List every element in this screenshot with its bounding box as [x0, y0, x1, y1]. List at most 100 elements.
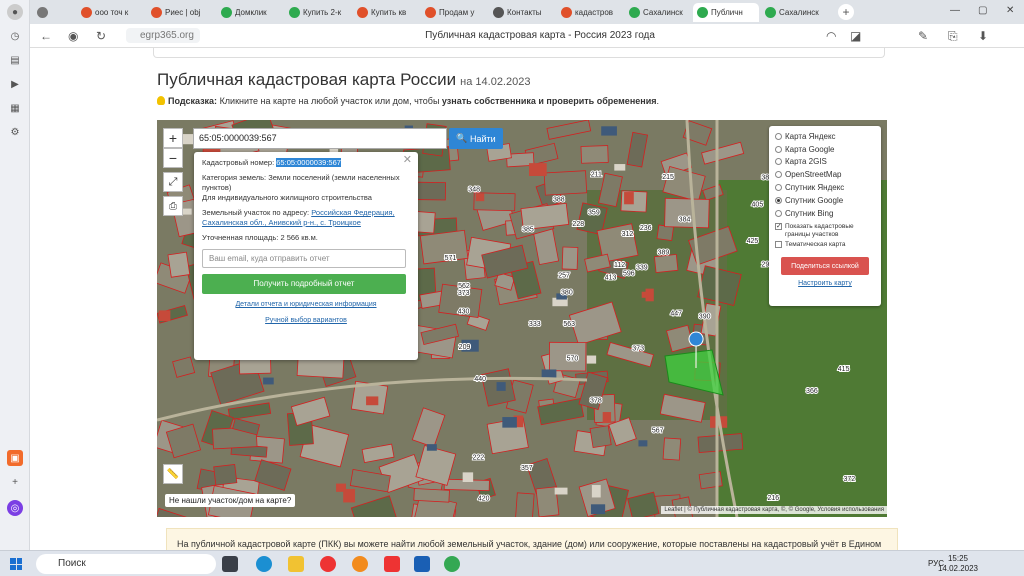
close-window-icon[interactable]: ✕ [1006, 5, 1014, 16]
cadastral-map[interactable]: 385 357 378 359 388 430 390 384 382 380 413 216 294 4… [157, 120, 887, 517]
parcel-label[interactable]: 366 [805, 387, 819, 396]
parcel-label[interactable]: 563 [562, 320, 576, 329]
zoom-out-button[interactable]: − [163, 148, 183, 168]
parcel-label[interactable]: 211 [590, 170, 603, 179]
radio-icon[interactable] [775, 132, 782, 140]
layer-option[interactable]: OpenStreetMap [775, 168, 875, 181]
back-icon[interactable]: ← [40, 29, 52, 43]
parcel-label[interactable]: 388 [552, 196, 566, 205]
url-field[interactable]: egrp365.org [126, 28, 200, 43]
ruler-icon[interactable]: 📏 [163, 464, 183, 484]
yandex-icon[interactable] [384, 556, 400, 572]
minimize-icon[interactable]: — [950, 5, 960, 16]
layer-option[interactable]: Спутник Bing [775, 207, 875, 220]
parcel-label[interactable]: 216 [767, 494, 781, 503]
parcel-label[interactable]: 378 [589, 397, 603, 406]
parcel-label[interactable]: 373 [457, 289, 471, 298]
parcel-label[interactable]: 425 [746, 237, 760, 246]
parcel-label[interactable]: 357 [520, 464, 534, 473]
tab-8[interactable]: кадастров [557, 3, 623, 22]
parcel-label[interactable]: 415 [837, 365, 851, 374]
tab-4[interactable]: Купить 2-к [285, 3, 351, 22]
manual-choice-link[interactable]: Ручной выбор вариантов [265, 317, 347, 324]
edit-icon[interactable]: ✎ [918, 29, 928, 43]
parcel-label[interactable]: 222 [471, 453, 485, 462]
checkbox-checked-icon[interactable]: ✓ [775, 222, 782, 230]
parcel-label[interactable]: 372 [842, 475, 856, 484]
show-borders-option[interactable]: ✓ Показать кадастровые границы участков [775, 222, 875, 239]
radio-icon[interactable] [775, 145, 782, 153]
settings-icon[interactable]: ⚙ [7, 124, 23, 140]
parcel-label[interactable]: 112 [613, 261, 626, 270]
parcel-label[interactable]: 312 [621, 230, 635, 239]
profile-icon[interactable]: ● [7, 4, 23, 20]
collections-icon[interactable]: ▤ [7, 52, 23, 68]
tab-2[interactable]: Риес | obj [147, 3, 215, 22]
not-found-button[interactable]: Не нашли участок/дом на карте? [165, 494, 296, 507]
edge-icon[interactable] [256, 556, 272, 572]
parcel-label[interactable]: 236 [639, 224, 653, 233]
parcel-label[interactable]: 257 [557, 272, 571, 281]
headphones-icon[interactable]: ◠ [826, 29, 836, 43]
parcel-label[interactable]: 567 [651, 426, 665, 435]
find-button[interactable]: 🔍 Найти [449, 128, 503, 149]
reload-icon[interactable]: ↻ [96, 29, 106, 43]
tab-6[interactable]: Продам у [421, 3, 487, 22]
layer-option[interactable]: Карта Google [775, 143, 875, 156]
zoom-in-button[interactable]: + [163, 128, 183, 148]
radio-icon[interactable] [775, 184, 782, 192]
tab-7[interactable]: Контакты [489, 3, 555, 22]
app-icon[interactable] [352, 556, 368, 572]
tab-0[interactable] [33, 3, 73, 22]
tab-1[interactable]: ооо точ к [77, 3, 145, 22]
yandex-browser-icon[interactable] [320, 556, 336, 572]
history-icon[interactable]: ◷ [7, 28, 23, 44]
parcel-label[interactable]: 390 [698, 313, 712, 322]
get-report-button[interactable]: Получить подробный отчет [202, 274, 406, 294]
thematic-option[interactable]: Тематическая карта [775, 239, 875, 252]
configure-map-link[interactable]: Настроить карту [798, 280, 852, 287]
parcel-label[interactable]: 385 [521, 226, 535, 235]
maximize-icon[interactable]: ▢ [978, 5, 987, 16]
parcel-label[interactable]: 571 [444, 254, 458, 263]
layer-option[interactable]: Спутник Яндекс [775, 181, 875, 194]
checkbox-icon[interactable] [775, 241, 782, 249]
taskbar-search[interactable]: Поиск [36, 554, 216, 574]
parcel-label[interactable]: 596 [622, 270, 636, 279]
details-link[interactable]: Детали отчета и юридическая информация [235, 301, 376, 308]
parcel-label[interactable]: 570 [566, 355, 580, 364]
app-icon[interactable]: ▣ [7, 450, 23, 466]
photos-icon[interactable] [414, 556, 430, 572]
add-icon[interactable]: + [7, 474, 23, 490]
print-icon[interactable]: ⎙ [163, 196, 183, 216]
tab-11[interactable]: Сахалинск [761, 3, 831, 22]
windows-start-icon[interactable] [10, 558, 22, 570]
parcel-label[interactable]: 380 [560, 288, 574, 297]
parcel-label[interactable]: 339 [635, 264, 649, 273]
protect-icon[interactable]: ◉ [68, 29, 78, 43]
clock[interactable]: 15:25 14.02.2023 [938, 554, 978, 574]
play-icon[interactable]: ▶ [7, 76, 23, 92]
parcel-label[interactable]: 348 [467, 185, 481, 194]
parcel-label[interactable]: 440 [473, 375, 487, 384]
parcel-label[interactable]: 405 [751, 200, 765, 209]
layer-option[interactable]: Карта Яндекс [775, 130, 875, 143]
parcel-label[interactable]: 420 [477, 495, 491, 504]
chrome-icon[interactable] [444, 556, 460, 572]
explorer-icon[interactable] [288, 556, 304, 572]
collections-icon[interactable]: ⎘ [948, 29, 958, 44]
parcel-label[interactable]: 562 [457, 282, 471, 291]
alice-icon[interactable]: ◎ [7, 500, 23, 516]
download-icon[interactable]: ⬇ [978, 29, 988, 43]
parcel-label[interactable]: 373 [631, 345, 645, 354]
task-view-icon[interactable] [222, 556, 238, 572]
tab-9[interactable]: Сахалинск [625, 3, 691, 22]
layer-option[interactable]: Карта 2GIS [775, 156, 875, 169]
parcel-label[interactable]: 333 [528, 320, 542, 329]
parcel-label[interactable]: 209 [458, 343, 472, 352]
share-link-button[interactable]: Поделиться ссылкой [781, 257, 869, 276]
translate-icon[interactable]: ◪ [850, 29, 861, 43]
parcel-label[interactable]: 359 [587, 208, 601, 217]
parcel-label[interactable]: 430 [457, 308, 471, 317]
parcel-label[interactable]: 215 [661, 173, 675, 182]
